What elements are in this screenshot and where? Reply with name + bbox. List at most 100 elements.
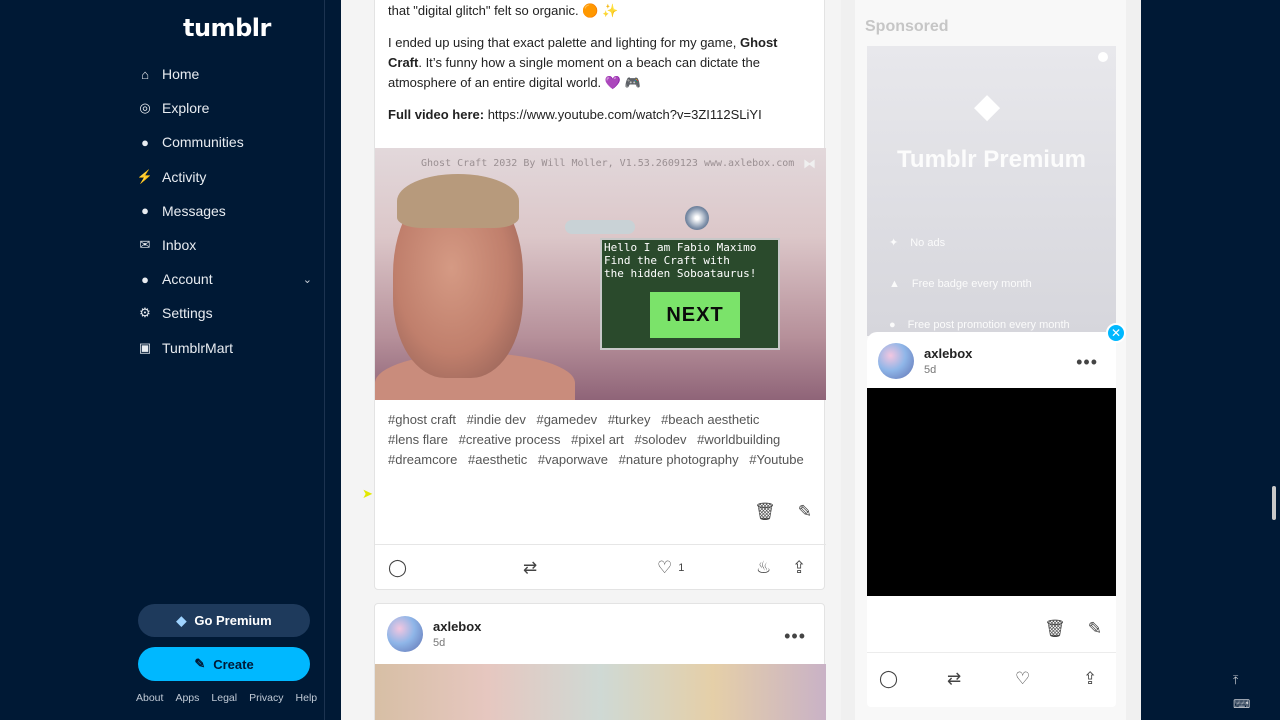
reply-icon[interactable]: ◯: [388, 558, 407, 578]
post-image[interactable]: [375, 664, 826, 720]
sidebar-item-home[interactable]: ⌂ Home: [130, 57, 320, 91]
tag[interactable]: #creative process: [459, 430, 561, 450]
video-link[interactable]: https://www.youtube.com/watch?v=3ZI112SL…: [488, 107, 762, 122]
tag[interactable]: #turkey: [608, 410, 651, 430]
scroll-to-top-icon[interactable]: ⤒: [1233, 668, 1250, 692]
tag[interactable]: #pixel art: [571, 430, 624, 450]
sidebar-item-label: TumblrMart: [162, 339, 234, 356]
card-author[interactable]: axlebox: [924, 346, 972, 361]
sparkle-icon: ✦: [889, 237, 899, 249]
compass-icon: ◎: [139, 100, 151, 116]
tag[interactable]: #worldbuilding: [697, 430, 780, 450]
sidebar-item-explore[interactable]: ◎ Explore: [130, 91, 320, 125]
share-icon[interactable]: ⇪: [1083, 669, 1097, 689]
premium-promo[interactable]: ◆ Tumblr Premium ✦ No ads ▲ Free badge eve…: [867, 46, 1116, 336]
tag[interactable]: #vaporwave: [538, 450, 608, 470]
tumblr-logo[interactable]: tumblr: [183, 14, 271, 42]
image-watermark: Ghost Craft 2032 By Will Moller, V1.53.2…: [421, 158, 795, 169]
create-button[interactable]: ✎ Create: [138, 647, 310, 681]
edit-icon[interactable]: ✎: [798, 502, 812, 522]
blaze-icon[interactable]: ♨: [756, 558, 771, 578]
card-age: 5d: [924, 364, 937, 376]
image-spacecraft: [565, 220, 635, 234]
feature-label: Free badge every month: [911, 278, 1032, 290]
tag-list: #ghost craft #indie dev #gamedev #turkey…: [388, 410, 818, 470]
tag[interactable]: #nature photography: [619, 450, 739, 470]
post-actions: ◯ ⇄ ♡ 1 ♨ ⇪: [375, 544, 826, 590]
bolt-icon: ⚡: [136, 168, 154, 184]
chevron-down-icon[interactable]: ⌄: [303, 273, 312, 286]
sidebar-item-label: Messages: [162, 202, 226, 219]
footer-link-about[interactable]: About: [136, 692, 163, 704]
keyboard-icon[interactable]: ⌨: [1233, 692, 1250, 716]
footer-link-help[interactable]: Help: [296, 692, 318, 704]
delete-icon[interactable]: 🗑: [754, 502, 776, 522]
post-author[interactable]: axlebox: [433, 619, 481, 634]
footer-link-privacy[interactable]: Privacy: [249, 692, 283, 704]
more-options-icon[interactable]: •••: [784, 626, 806, 647]
like-button[interactable]: ♡ 1: [657, 558, 684, 578]
like-count: 1: [678, 561, 685, 574]
post-header: axlebox 5d: [387, 616, 481, 652]
gear-icon: ⚙: [139, 305, 151, 321]
sidebar-item-label: Activity: [162, 168, 207, 185]
tag[interactable]: #aesthetic: [468, 450, 527, 470]
feature-label: Free post promotion every month: [907, 319, 1070, 331]
tag[interactable]: #lens flare: [388, 430, 448, 450]
post-paragraph: Full video here: https://www.youtube.com…: [388, 105, 811, 125]
edit-icon[interactable]: ✎: [1088, 619, 1102, 639]
sidebar-item-activity[interactable]: ⚡ Activity: [130, 160, 320, 194]
close-icon[interactable]: ✕: [1106, 323, 1126, 343]
tag[interactable]: #beach aesthetic: [661, 410, 759, 430]
sidebar-item-inbox[interactable]: ✉ Inbox: [130, 228, 320, 262]
tag[interactable]: #solodev: [635, 430, 687, 450]
tag[interactable]: #Youtube: [749, 450, 803, 470]
footer-links: About Apps Legal Privacy Help: [136, 692, 317, 704]
sidebar: tumblr ⌂ Home ◎ Explore ● Communities ⚡ Acti…: [0, 0, 325, 720]
video-player[interactable]: [867, 388, 1116, 596]
avatar[interactable]: [387, 616, 423, 652]
video-label: Full video here:: [388, 107, 485, 122]
badge-icon: ▲: [889, 278, 900, 290]
delete-icon[interactable]: 🗑: [1044, 619, 1066, 639]
sidebar-item-settings[interactable]: ⚙ Settings: [130, 296, 320, 330]
card-edit-controls: 🗑 ✎: [1044, 619, 1102, 639]
post-card: axlebox 5d •••: [374, 603, 826, 720]
sidebar-nav: ⌂ Home ◎ Explore ● Communities ⚡ Activity ● M…: [130, 57, 320, 365]
sidebar-item-communities[interactable]: ● Communities: [130, 125, 320, 159]
envelope-icon: ✉: [139, 237, 151, 253]
footer-link-apps[interactable]: Apps: [175, 692, 199, 704]
sidebar-item-messages[interactable]: ● Messages: [130, 194, 320, 228]
dialog-text: Hello I am Fabio Maximo Find the Craft w…: [604, 241, 757, 280]
tag[interactable]: #gamedev: [536, 410, 597, 430]
footer-link-legal[interactable]: Legal: [211, 692, 237, 704]
sidebar-item-label: Home: [162, 66, 200, 83]
diamond-icon: ◆: [176, 612, 187, 628]
avatar[interactable]: [878, 343, 914, 379]
cart-icon: ▣: [138, 339, 152, 355]
bookmark-icon[interactable]: ⧓: [803, 156, 816, 172]
sidebar-item-account[interactable]: ● Account ⌄: [130, 262, 320, 296]
flame-icon: ●: [889, 319, 896, 331]
share-icon[interactable]: ⇪: [792, 558, 806, 578]
card-actions: ◯ ⇄ ♡ ⇪: [867, 652, 1116, 707]
go-premium-button[interactable]: ◆ Go Premium: [138, 604, 310, 637]
reblog-icon[interactable]: ⇄: [947, 669, 961, 689]
reblog-icon[interactable]: ⇄: [523, 558, 537, 578]
post-image[interactable]: Ghost Craft 2032 By Will Moller, V1.53.2…: [375, 148, 826, 400]
sidebar-item-tumblrmart[interactable]: ▣ TumblrMart: [130, 331, 320, 365]
more-options-icon[interactable]: •••: [1076, 352, 1098, 373]
info-icon[interactable]: [1098, 52, 1108, 62]
sidebar-item-label: Inbox: [162, 237, 197, 254]
chat-icon: ●: [141, 203, 149, 219]
next-button: NEXT: [650, 292, 740, 338]
image-hair: [397, 174, 519, 228]
diamond-icon: ◆: [974, 87, 1001, 125]
sidebar-item-label: Explore: [162, 100, 210, 117]
heart-icon[interactable]: ♡: [1015, 669, 1030, 689]
tag[interactable]: #dreamcore: [388, 450, 457, 470]
tag[interactable]: #ghost craft: [388, 410, 456, 430]
reply-icon[interactable]: ◯: [879, 669, 898, 689]
tag[interactable]: #indie dev: [467, 410, 526, 430]
scrollbar[interactable]: [1272, 486, 1276, 520]
